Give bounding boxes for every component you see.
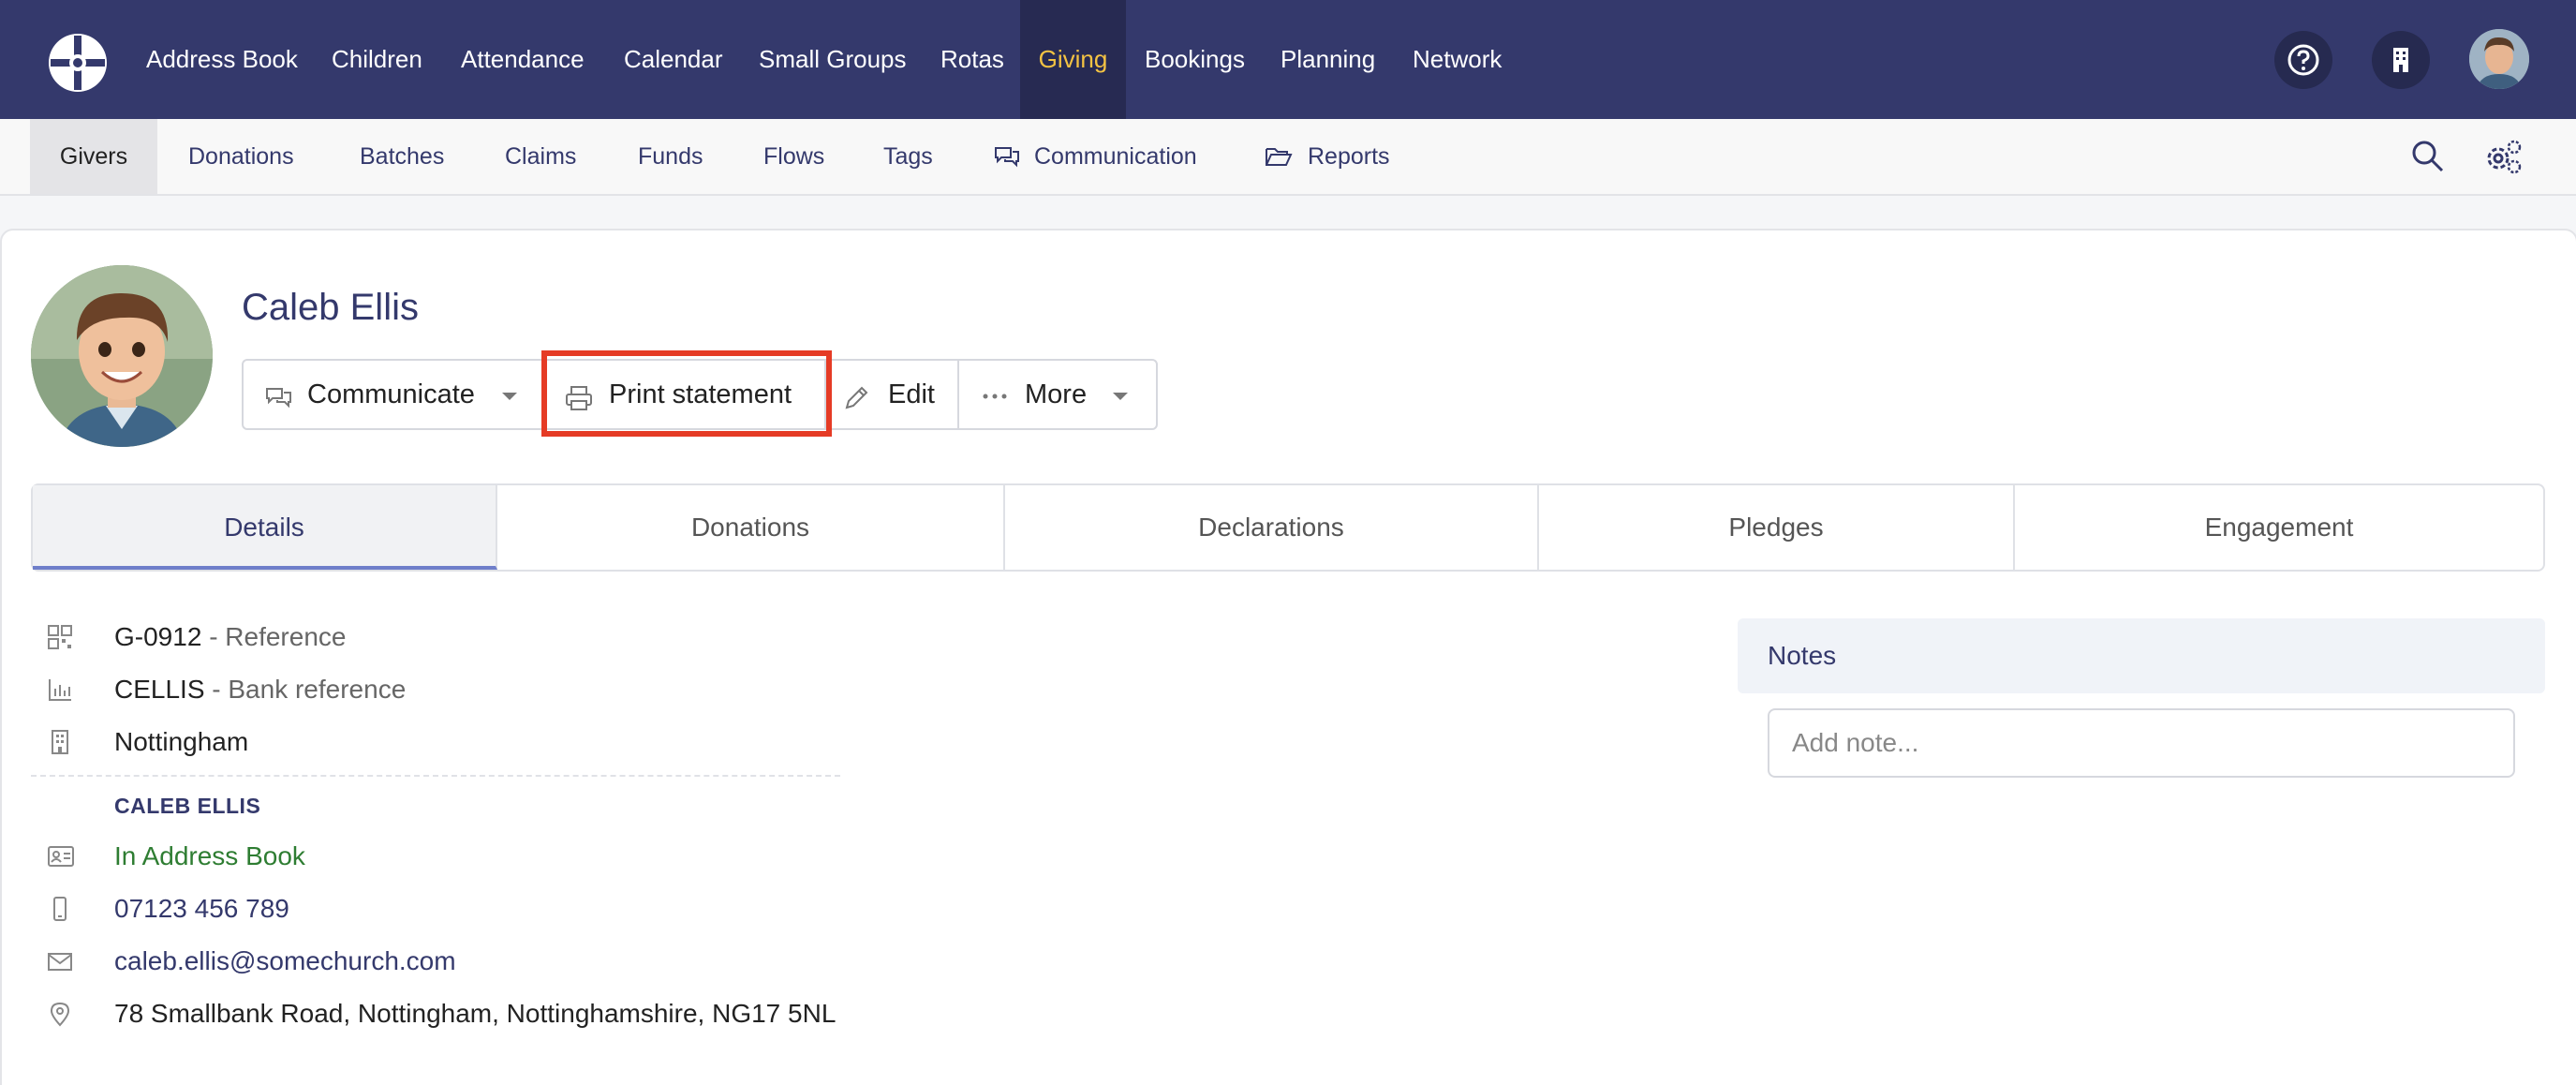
nav-giving[interactable]: Giving [1020, 0, 1126, 119]
tab-declarations[interactable]: Declarations [1005, 485, 1539, 570]
communicate-label: Communicate [307, 379, 475, 409]
qr-code-icon [48, 625, 72, 649]
nav-calendar[interactable]: Calendar [624, 0, 723, 119]
bar-chart-icon [49, 679, 71, 701]
bank-reference-row: CELLIS - Bank reference [0, 671, 843, 708]
map-pin-icon [50, 1002, 70, 1027]
subnav-reports[interactable]: Reports [1265, 119, 1390, 194]
address-row [0, 995, 70, 1033]
print-statement-highlight [541, 350, 832, 437]
nav-rotas[interactable]: Rotas [940, 0, 1004, 119]
bank-reference-label: - Bank reference [212, 675, 407, 704]
subnav-claims[interactable]: Claims [505, 119, 576, 194]
giver-name: Caleb Ellis [242, 287, 419, 328]
chat-icon [266, 388, 291, 409]
add-note-input[interactable] [1768, 708, 2515, 778]
help-button[interactable] [2274, 31, 2332, 89]
contact-section-label: CALEB ELLIS [114, 794, 261, 818]
bank-reference-code: CELLIS [114, 675, 205, 704]
email-link[interactable]: caleb.ellis@somechurch.com [114, 943, 456, 980]
communicate-dropdown-button[interactable]: Communicate [242, 359, 543, 430]
details-divider [31, 775, 840, 777]
app-logo-icon[interactable] [47, 32, 109, 94]
reference-code: G-0912 [114, 622, 202, 651]
subnav-donations[interactable]: Donations [188, 119, 294, 194]
building-icon [52, 730, 68, 754]
tab-donations[interactable]: Donations [497, 485, 1005, 570]
subnav-tags[interactable]: Tags [883, 119, 933, 194]
tab-details[interactable]: Details [33, 485, 497, 570]
ellipsis-icon [983, 394, 1007, 399]
envelope-icon [48, 953, 72, 971]
address-book-row: In Address Book [0, 838, 843, 875]
nav-network[interactable]: Network [1413, 0, 1502, 119]
subnav-flows[interactable]: Flows [763, 119, 824, 194]
caret-down-icon [1113, 393, 1128, 400]
subnav-batches[interactable]: Batches [360, 119, 444, 194]
nav-small-groups[interactable]: Small Groups [759, 0, 907, 119]
reference-row: G-0912 - Reference [0, 618, 843, 656]
location-value: Nottingham [114, 727, 249, 756]
building-icon [2393, 48, 2408, 72]
phone-row: 07123 456 789 [0, 890, 843, 928]
nav-bookings[interactable]: Bookings [1145, 0, 1245, 119]
more-label: More [1025, 379, 1088, 409]
tab-pledges[interactable]: Pledges [1539, 485, 2015, 570]
reference-label: - Reference [209, 622, 347, 651]
bank-reference-value: CELLIS - Bank reference [114, 671, 406, 708]
edit-label: Edit [888, 379, 935, 409]
settings-icon [2487, 140, 2522, 174]
notes-panel-header: Notes [1738, 618, 2545, 693]
subnav-funds[interactable]: Funds [638, 119, 703, 194]
chat-icon [995, 147, 1019, 168]
help-icon [2287, 44, 2319, 76]
settings-button[interactable] [2482, 138, 2524, 180]
nav-attendance[interactable]: Attendance [461, 0, 585, 119]
reference-value: G-0912 - Reference [114, 618, 346, 656]
search-icon [2412, 141, 2444, 172]
tab-engagement[interactable]: Engagement [2015, 485, 2543, 570]
folder-open-icon [1266, 148, 1293, 166]
giver-tabs: Details Donations Declarations Pledges E… [31, 483, 2545, 572]
subnav-communication[interactable]: Communication [993, 119, 1197, 194]
nav-address-book[interactable]: Address Book [146, 0, 298, 119]
subnav-givers[interactable]: Givers [30, 119, 157, 194]
search-button[interactable] [2409, 138, 2447, 180]
subnav-reports-label: Reports [1308, 143, 1390, 170]
caret-down-icon [502, 393, 517, 400]
address-book-link[interactable]: In Address Book [114, 838, 305, 875]
address-value: 78 Smallbank Road, Nottingham, Nottingha… [114, 999, 836, 1028]
subnav-communication-label: Communication [1034, 143, 1197, 170]
contact-card-icon [48, 846, 74, 867]
top-navigation-bar: Address Book Children Attendance Calenda… [0, 0, 2576, 119]
mobile-phone-icon [53, 897, 67, 921]
location-row: Nottingham [0, 723, 843, 761]
giver-profile-photo [31, 265, 213, 447]
email-row: caleb.ellis@somechurch.com [0, 943, 843, 980]
nav-planning[interactable]: Planning [1281, 0, 1375, 119]
notes-title: Notes [1768, 641, 1837, 670]
giving-sub-navigation: Givers Donations Batches Claims Funds Fl… [0, 119, 2576, 196]
phone-link[interactable]: 07123 456 789 [114, 890, 289, 928]
more-dropdown-button[interactable]: More [957, 359, 1158, 430]
nav-children[interactable]: Children [332, 0, 422, 119]
edit-button[interactable]: Edit [826, 359, 959, 430]
organisation-button[interactable] [2372, 31, 2430, 89]
pencil-icon [845, 386, 868, 409]
user-avatar[interactable] [2469, 29, 2529, 89]
